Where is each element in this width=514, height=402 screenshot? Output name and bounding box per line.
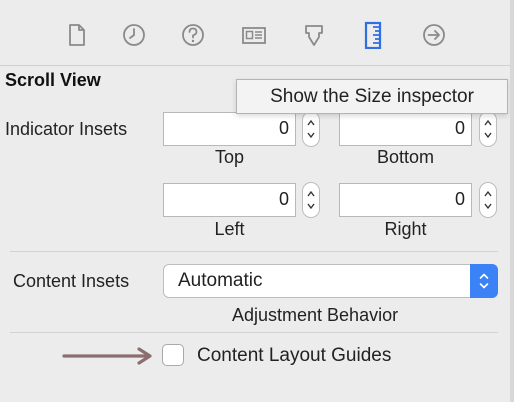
indicator-insets-label: Indicator Insets bbox=[5, 119, 128, 139]
identity-inspector-icon[interactable] bbox=[239, 20, 269, 50]
indicator-bottom-field[interactable]: 0 bbox=[339, 112, 472, 146]
content-insets-label: Content Insets bbox=[13, 271, 130, 291]
annotation-arrow-icon bbox=[62, 347, 152, 365]
right-caption: Right bbox=[384, 219, 427, 239]
left-caption: Left bbox=[214, 219, 245, 239]
content-layout-guides-label: Content Layout Guides bbox=[197, 345, 392, 366]
panel-edge bbox=[510, 0, 514, 402]
content-insets-value: Automatic bbox=[178, 270, 263, 291]
toolbar-divider bbox=[0, 65, 514, 66]
indicator-left-stepper[interactable] bbox=[302, 182, 320, 218]
indicator-right-field[interactable]: 0 bbox=[339, 183, 472, 217]
bottom-caption: Bottom bbox=[376, 147, 435, 167]
connections-inspector-icon[interactable] bbox=[419, 20, 449, 50]
history-inspector-icon[interactable] bbox=[119, 20, 149, 50]
popup-chevron-icon[interactable] bbox=[470, 264, 498, 298]
content-insets-popup[interactable]: Automatic bbox=[163, 264, 498, 298]
indicator-top-field[interactable]: 0 bbox=[163, 112, 296, 146]
adjustment-behavior-caption: Adjustment Behavior bbox=[232, 305, 399, 325]
indicator-right-stepper[interactable] bbox=[479, 182, 497, 218]
size-inspector-tooltip: Show the Size inspector bbox=[236, 79, 508, 114]
section-divider bbox=[10, 332, 498, 333]
section-title: Scroll View bbox=[5, 70, 101, 90]
indicator-left-field[interactable]: 0 bbox=[163, 183, 296, 217]
top-caption: Top bbox=[214, 147, 245, 167]
file-inspector-icon[interactable] bbox=[61, 20, 91, 50]
indicator-top-stepper[interactable] bbox=[302, 111, 320, 147]
attributes-inspector-icon[interactable] bbox=[299, 20, 329, 50]
section-divider bbox=[10, 251, 498, 252]
size-inspector-icon[interactable] bbox=[358, 20, 388, 50]
quick-help-icon[interactable] bbox=[178, 20, 208, 50]
indicator-bottom-stepper[interactable] bbox=[479, 111, 497, 147]
content-layout-guides-checkbox[interactable] bbox=[162, 344, 184, 366]
